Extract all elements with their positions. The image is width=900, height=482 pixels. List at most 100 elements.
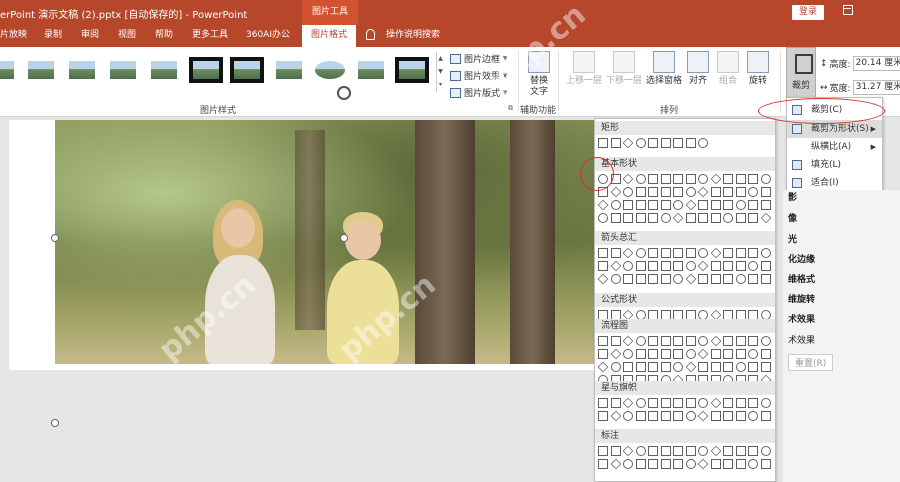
shape-option[interactable] bbox=[648, 274, 658, 284]
shape-option[interactable] bbox=[748, 187, 758, 197]
height-input[interactable]: 20.14 厘米 bbox=[852, 56, 900, 71]
shape-option[interactable] bbox=[673, 174, 683, 184]
resize-handle[interactable] bbox=[51, 234, 59, 242]
shape-option[interactable] bbox=[697, 410, 709, 422]
shape-option[interactable] bbox=[760, 212, 771, 224]
shape-option[interactable] bbox=[623, 274, 633, 284]
shape-option[interactable] bbox=[673, 261, 683, 271]
shape-option[interactable] bbox=[660, 398, 671, 408]
shape-option[interactable] bbox=[635, 349, 646, 359]
shape-option[interactable] bbox=[710, 362, 721, 372]
shape-option[interactable] bbox=[598, 213, 608, 223]
shape-option[interactable] bbox=[610, 348, 621, 360]
login-button[interactable]: 登录 bbox=[792, 5, 824, 20]
menu-item-aspect-ratio[interactable]: 纵横比(A) ▶ bbox=[787, 138, 882, 156]
align-button[interactable]: 对齐 bbox=[686, 51, 710, 87]
pane-item-soft-edges[interactable]: 化边缘 bbox=[788, 252, 815, 265]
shape-option[interactable] bbox=[685, 446, 696, 456]
rotate-button[interactable]: 旋转 bbox=[746, 51, 770, 87]
shape-option[interactable] bbox=[660, 174, 671, 184]
shape-option[interactable] bbox=[735, 349, 746, 359]
shape-option[interactable] bbox=[735, 336, 746, 346]
shape-option[interactable] bbox=[635, 187, 646, 197]
restore-window-icon[interactable] bbox=[843, 5, 853, 15]
shape-option[interactable] bbox=[723, 187, 733, 197]
shape-option[interactable] bbox=[723, 349, 733, 359]
shape-option[interactable] bbox=[610, 248, 621, 258]
shape-option[interactable] bbox=[622, 247, 634, 259]
shape-option[interactable] bbox=[673, 362, 683, 372]
shape-option[interactable] bbox=[648, 336, 658, 346]
shape-option[interactable] bbox=[748, 336, 758, 346]
shape-option[interactable] bbox=[648, 138, 658, 148]
shape-option[interactable] bbox=[623, 362, 633, 372]
shape-option[interactable] bbox=[635, 174, 646, 184]
shape-option[interactable] bbox=[760, 200, 771, 210]
shape-option[interactable] bbox=[673, 248, 683, 258]
shape-option[interactable] bbox=[710, 187, 721, 197]
shape-option[interactable] bbox=[685, 213, 696, 223]
resize-handle[interactable] bbox=[51, 419, 59, 427]
shape-option[interactable] bbox=[697, 348, 709, 360]
shape-option[interactable] bbox=[685, 336, 696, 346]
shape-option[interactable] bbox=[648, 213, 658, 223]
shape-option[interactable] bbox=[735, 398, 746, 408]
shape-option[interactable] bbox=[635, 248, 646, 258]
shape-option[interactable] bbox=[698, 274, 708, 284]
group-button[interactable]: 组合 bbox=[716, 51, 740, 87]
shape-option[interactable] bbox=[723, 398, 733, 408]
dialog-launcher-icon[interactable]: ⧉ bbox=[508, 104, 513, 113]
tell-me-search[interactable]: 操作说明搜索 bbox=[386, 25, 440, 47]
shape-option[interactable] bbox=[710, 247, 721, 259]
shape-option[interactable] bbox=[660, 446, 671, 456]
shape-option[interactable] bbox=[610, 186, 621, 198]
pane-item-3d-format[interactable]: 维格式 bbox=[788, 272, 815, 285]
shape-option[interactable] bbox=[760, 187, 771, 197]
selected-picture[interactable] bbox=[55, 120, 600, 364]
shape-option[interactable] bbox=[710, 200, 721, 210]
shape-option[interactable] bbox=[760, 398, 771, 408]
shape-option[interactable] bbox=[660, 459, 671, 469]
shape-option[interactable] bbox=[735, 174, 746, 184]
shape-option[interactable] bbox=[735, 187, 746, 197]
shape-option[interactable] bbox=[622, 335, 634, 347]
tab-slideshow[interactable]: 片放映 bbox=[0, 25, 27, 47]
shape-option[interactable] bbox=[748, 398, 758, 408]
shape-option[interactable] bbox=[622, 397, 634, 409]
shape-option[interactable] bbox=[760, 336, 771, 346]
shape-option[interactable] bbox=[648, 362, 658, 372]
shape-option[interactable] bbox=[735, 248, 746, 258]
shape-option[interactable] bbox=[610, 458, 621, 470]
shape-option[interactable] bbox=[610, 410, 621, 422]
shape-option[interactable] bbox=[685, 349, 696, 359]
shape-option[interactable] bbox=[598, 446, 608, 456]
shape-option[interactable] bbox=[635, 446, 646, 456]
shape-option[interactable] bbox=[710, 261, 721, 271]
shape-option[interactable] bbox=[735, 274, 746, 284]
shape-option[interactable] bbox=[760, 349, 771, 359]
shape-option[interactable] bbox=[635, 398, 646, 408]
shape-option[interactable] bbox=[623, 349, 633, 359]
shape-option[interactable] bbox=[685, 138, 696, 148]
picture-style-thumb[interactable] bbox=[106, 57, 140, 83]
shape-option[interactable] bbox=[597, 199, 609, 211]
shape-option[interactable] bbox=[748, 213, 758, 223]
shape-option[interactable] bbox=[660, 248, 671, 258]
width-input[interactable]: 31.27 厘米 bbox=[852, 80, 900, 95]
shape-option[interactable] bbox=[760, 274, 771, 284]
shape-option[interactable] bbox=[723, 213, 733, 223]
shape-option[interactable] bbox=[710, 213, 721, 223]
shape-option[interactable] bbox=[648, 411, 658, 421]
shape-option[interactable] bbox=[648, 349, 658, 359]
picture-style-thumb[interactable] bbox=[354, 57, 388, 83]
shape-option[interactable] bbox=[748, 411, 758, 421]
shape-option[interactable] bbox=[610, 336, 621, 346]
picture-style-thumb[interactable] bbox=[313, 57, 347, 83]
shape-option[interactable] bbox=[673, 336, 683, 346]
selection-pane-button[interactable]: 选择窗格 bbox=[644, 51, 684, 87]
shape-option[interactable] bbox=[597, 361, 609, 373]
shape-option[interactable] bbox=[648, 200, 658, 210]
shape-option[interactable] bbox=[635, 459, 646, 469]
shape-option[interactable] bbox=[623, 213, 633, 223]
shape-option[interactable] bbox=[610, 446, 621, 456]
